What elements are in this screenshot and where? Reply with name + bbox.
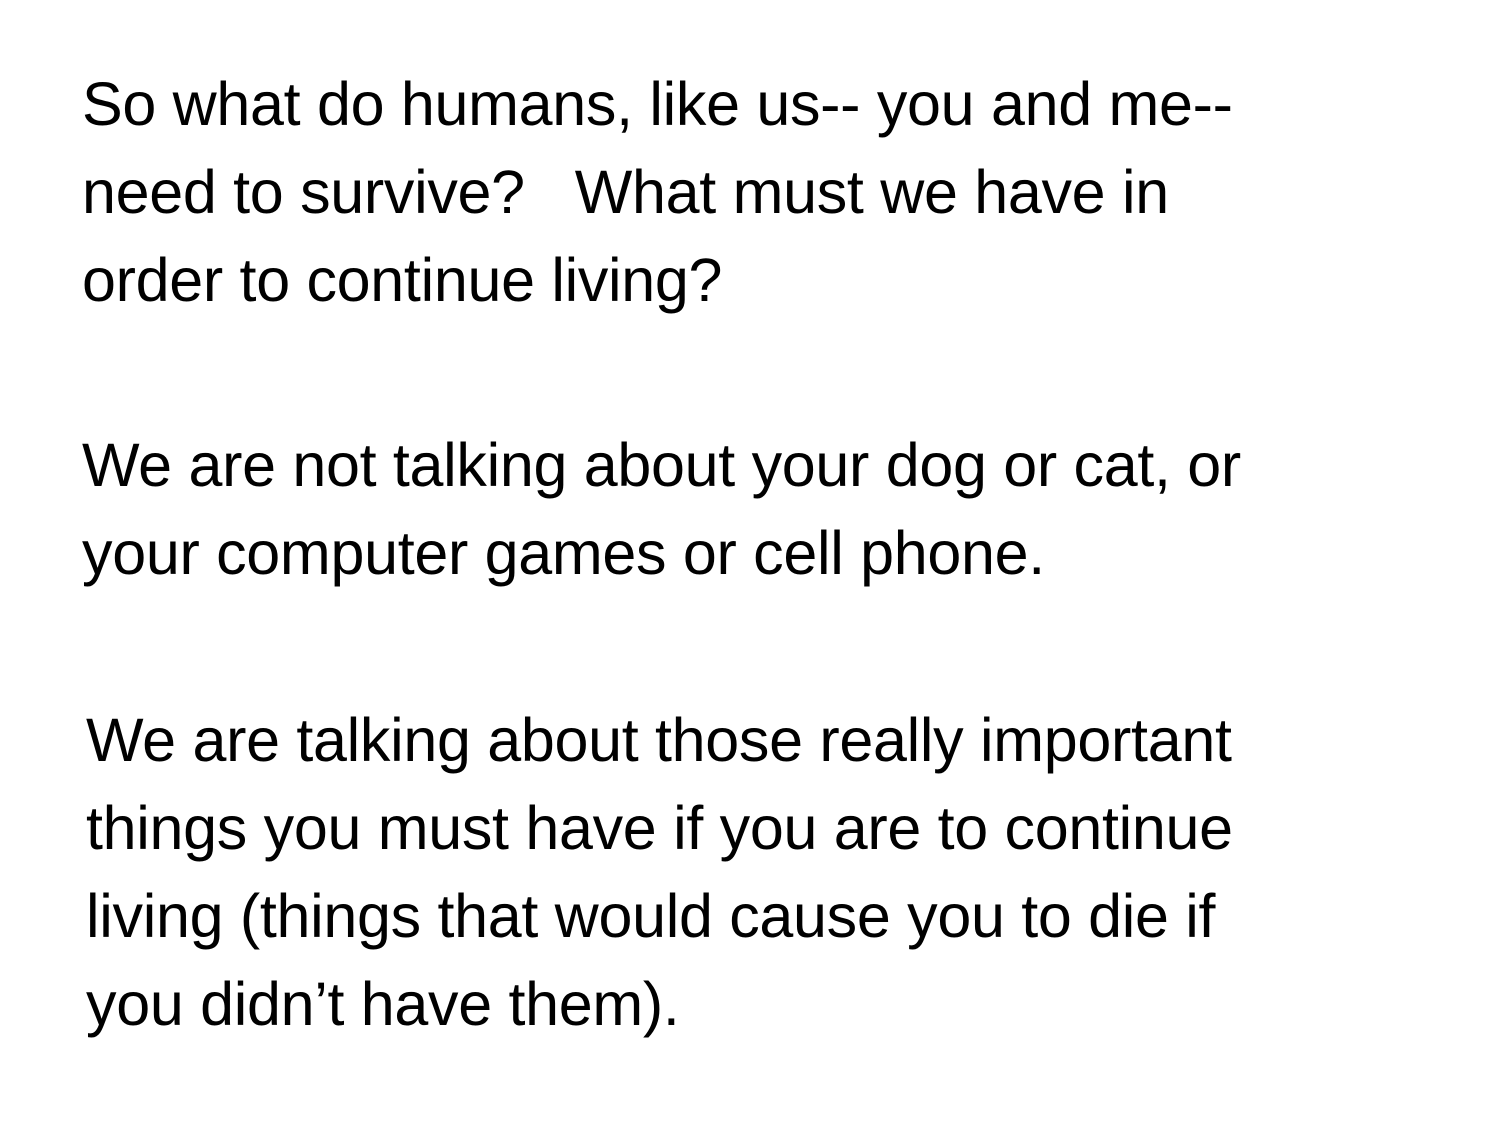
text-line: you didn’t have them). bbox=[86, 970, 680, 1038]
paragraph-not-talking-about: We are not talking about your dog or cat… bbox=[82, 421, 1442, 597]
text-line: We are talking about those really import… bbox=[86, 706, 1232, 774]
text-line: need to survive? What must we have in bbox=[82, 158, 1169, 226]
paragraph-important-things: We are talking about those really import… bbox=[86, 696, 1446, 1048]
text-line: living (things that would cause you to d… bbox=[86, 882, 1216, 950]
text-line: So what do humans, like us-- you and me-… bbox=[82, 70, 1233, 138]
paragraph-survival-question: So what do humans, like us-- you and me-… bbox=[82, 60, 1442, 324]
text-line: your computer games or cell phone. bbox=[82, 519, 1045, 587]
text-line: things you must have if you are to conti… bbox=[86, 794, 1233, 862]
text-line: We are not talking about your dog or cat… bbox=[82, 431, 1241, 499]
slide: So what do humans, like us-- you and me-… bbox=[0, 0, 1500, 1125]
text-line: order to continue living? bbox=[82, 246, 723, 314]
